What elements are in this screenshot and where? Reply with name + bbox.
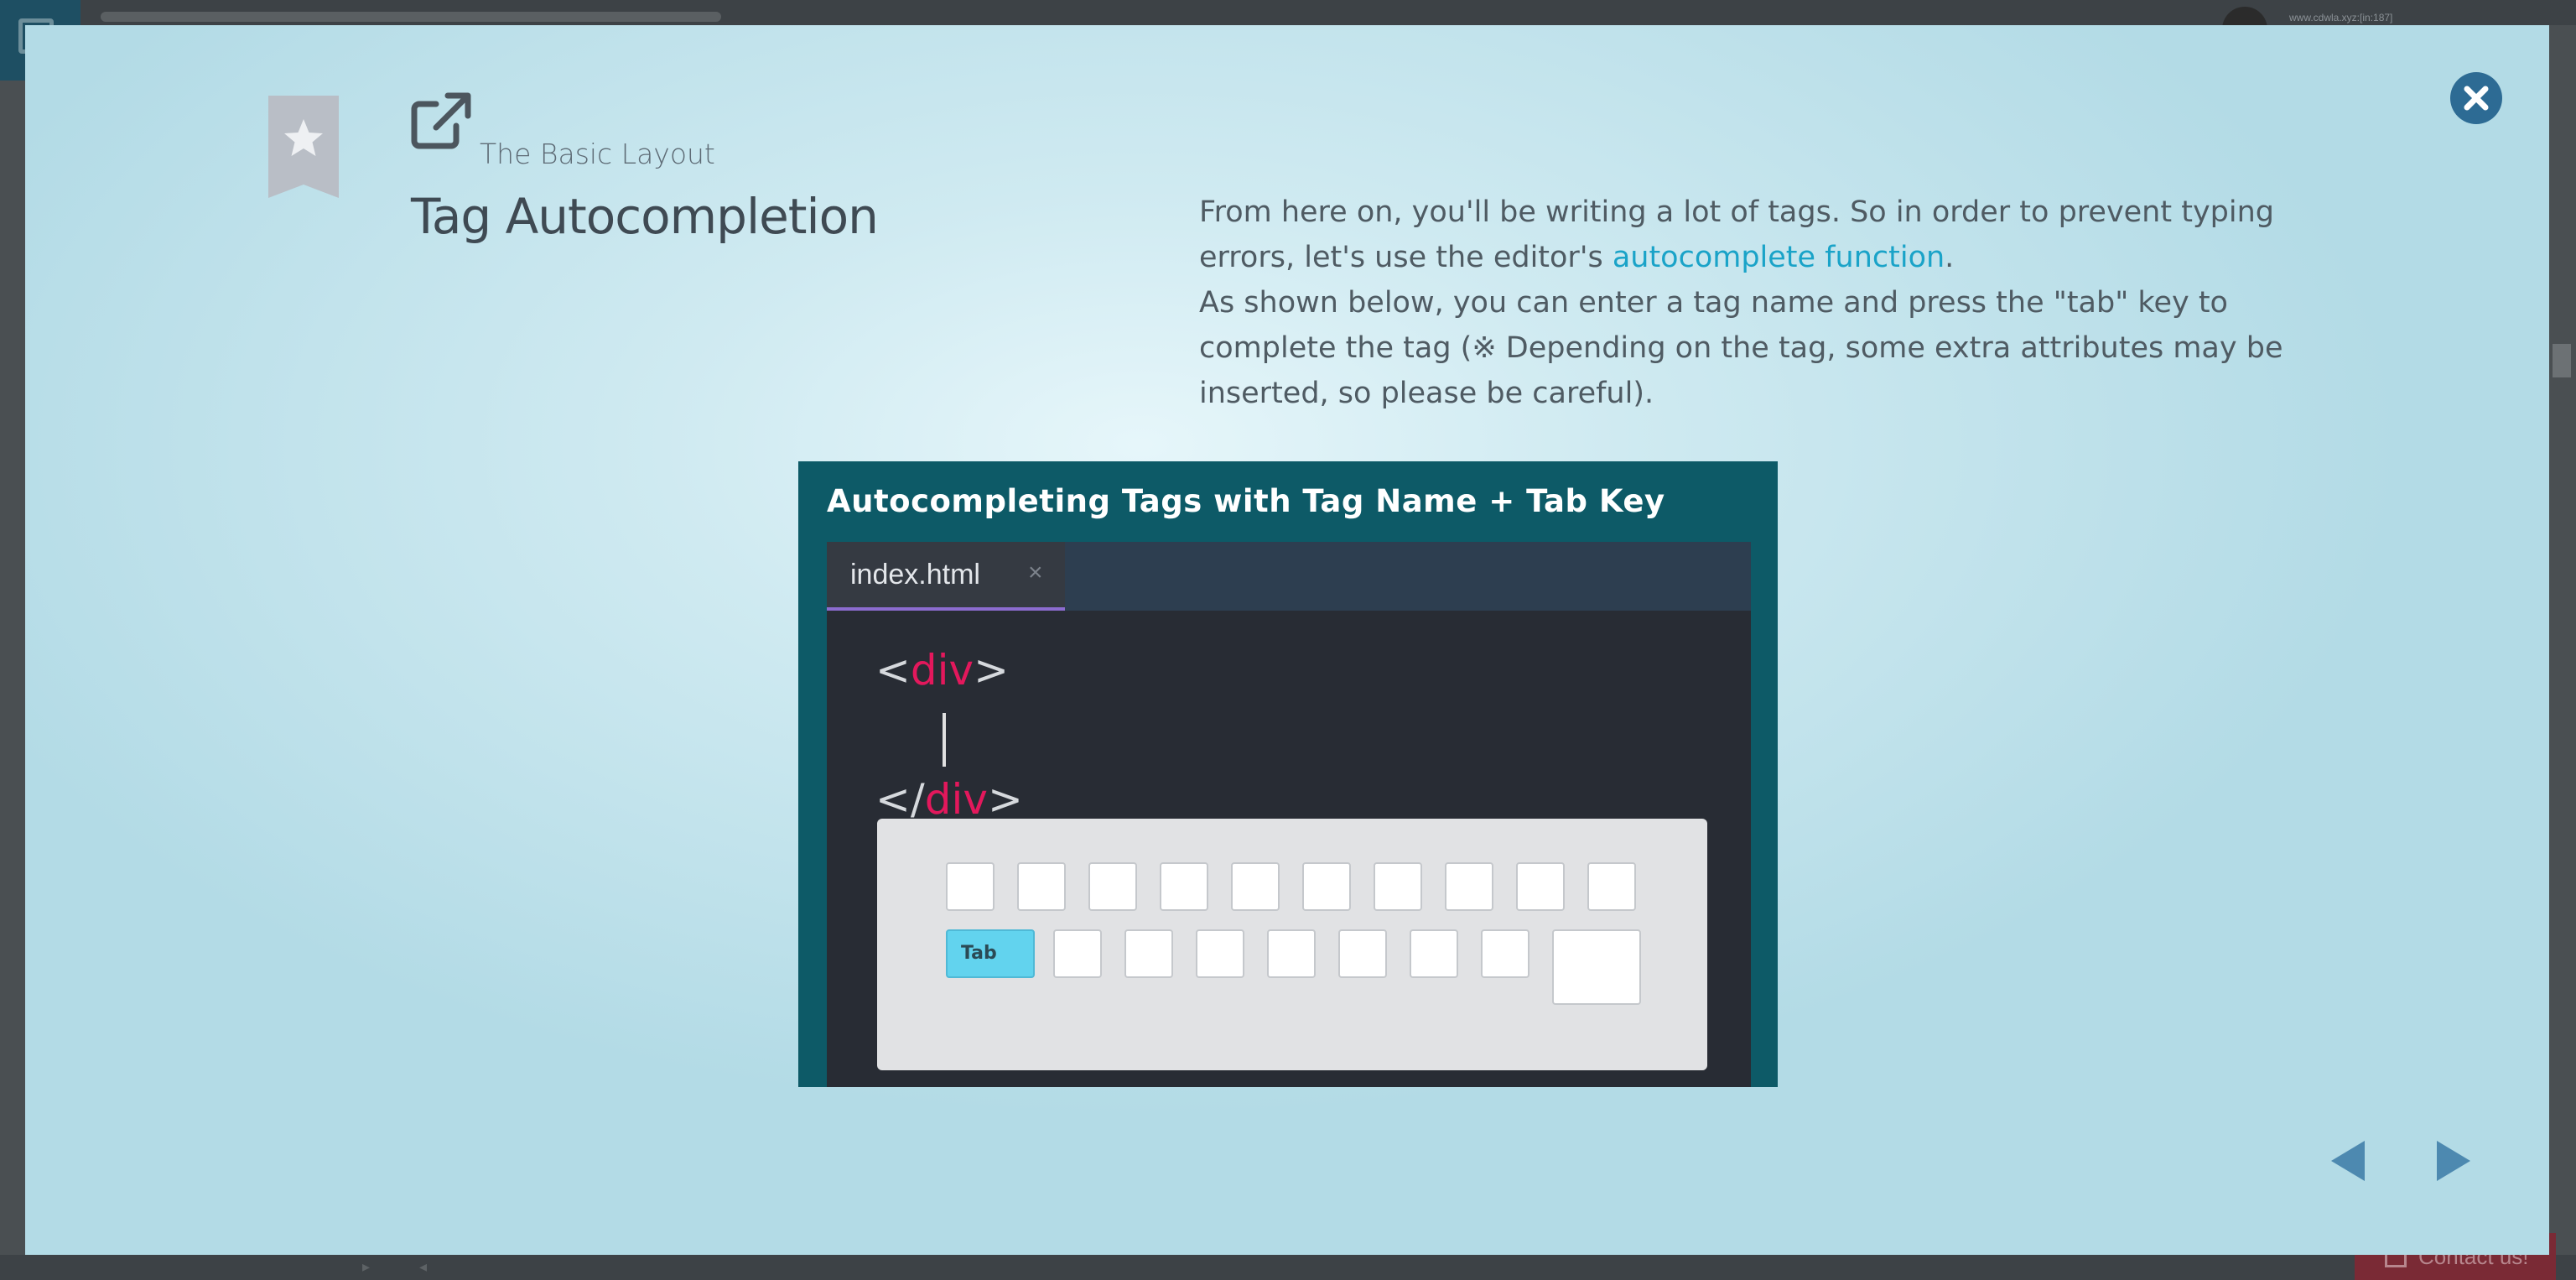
keyboard-illustration: Tab — [877, 819, 1707, 1070]
keyboard-key — [1053, 929, 1102, 978]
page-title: Tag Autocompletion — [411, 188, 879, 245]
keyboard-key — [1231, 862, 1280, 911]
tab-filename: index.html — [850, 559, 980, 591]
background-bottom-bar — [0, 1255, 2576, 1280]
keyboard-key — [1516, 862, 1565, 911]
triangle-right-icon — [2437, 1141, 2470, 1181]
chapter-label: The Basic Layout — [480, 138, 715, 170]
keyboard-key — [1338, 929, 1387, 978]
description-text-end: . — [1945, 241, 1955, 274]
keyboard-key — [1445, 862, 1493, 911]
tab-index-html: index.html × — [827, 542, 1065, 611]
editor-tab-bar: index.html × — [827, 542, 1751, 611]
autocomplete-illustration: Autocompleting Tags with Tag Name + Tab … — [798, 461, 1778, 1087]
lesson-description: From here on, you'll be writing a lot of… — [1199, 190, 2289, 416]
background-scroll-right-icon: ▸ — [362, 1258, 371, 1276]
text-cursor — [943, 713, 946, 767]
background-scroll-left-icon: ◂ — [419, 1258, 428, 1276]
lesson-modal: The Basic Layout Tag Autocompletion From… — [25, 25, 2549, 1255]
code-line-close: </div> — [875, 775, 1023, 824]
tab-close-icon: × — [1028, 559, 1043, 586]
keyboard-key — [946, 862, 995, 911]
previous-button[interactable] — [2326, 1136, 2376, 1186]
keyboard-key — [1017, 862, 1066, 911]
keyboard-key — [1267, 929, 1316, 978]
keyboard-key — [1124, 929, 1173, 978]
description-text-2: As shown below, you can enter a tag name… — [1199, 286, 2283, 410]
keyboard-key — [1481, 929, 1530, 978]
enter-key — [1552, 929, 1641, 1005]
keyboard-key — [1587, 862, 1636, 911]
code-line-open: <div> — [875, 646, 1010, 695]
background-scrollbar — [2553, 344, 2571, 377]
background-url-bar — [101, 12, 721, 22]
close-icon — [2464, 86, 2489, 111]
keyboard-key — [1410, 929, 1458, 978]
illustration-heading: Autocompleting Tags with Tag Name + Tab … — [827, 483, 1665, 519]
keyboard-key — [1196, 929, 1244, 978]
next-button[interactable] — [2425, 1136, 2475, 1186]
keyboard-key — [1088, 862, 1137, 911]
bookmark-star-icon[interactable] — [268, 96, 339, 198]
close-button[interactable] — [2450, 72, 2502, 124]
keyboard-key — [1374, 862, 1422, 911]
code-editor: index.html × <div> </div> Tab — [827, 542, 1751, 1087]
autocomplete-function-link[interactable]: autocomplete function — [1613, 241, 1945, 274]
external-link-icon[interactable] — [411, 92, 471, 149]
keyboard-key — [1302, 862, 1351, 911]
keyboard-key — [1160, 862, 1208, 911]
tab-key: Tab — [946, 929, 1035, 978]
triangle-left-icon — [2331, 1141, 2365, 1181]
background-url-text: www.cdwla.xyz:[in:187] — [2289, 12, 2393, 23]
